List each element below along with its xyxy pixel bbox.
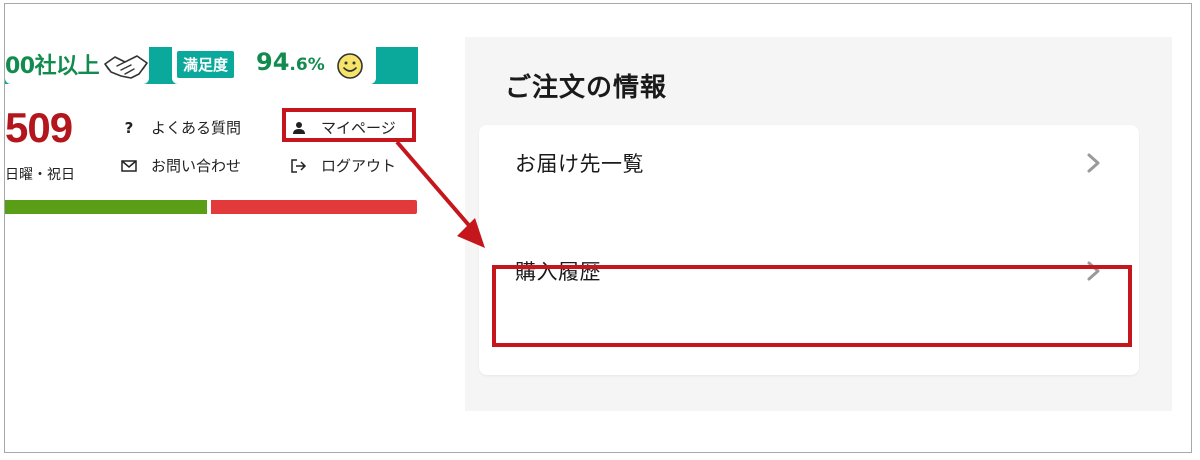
- annotation-arrow: [395, 140, 485, 248]
- screenshot-frame: 00社以上 満足度 94.6% 509 日曜・祝日 ? よくある質問 マイページ: [4, 3, 1192, 453]
